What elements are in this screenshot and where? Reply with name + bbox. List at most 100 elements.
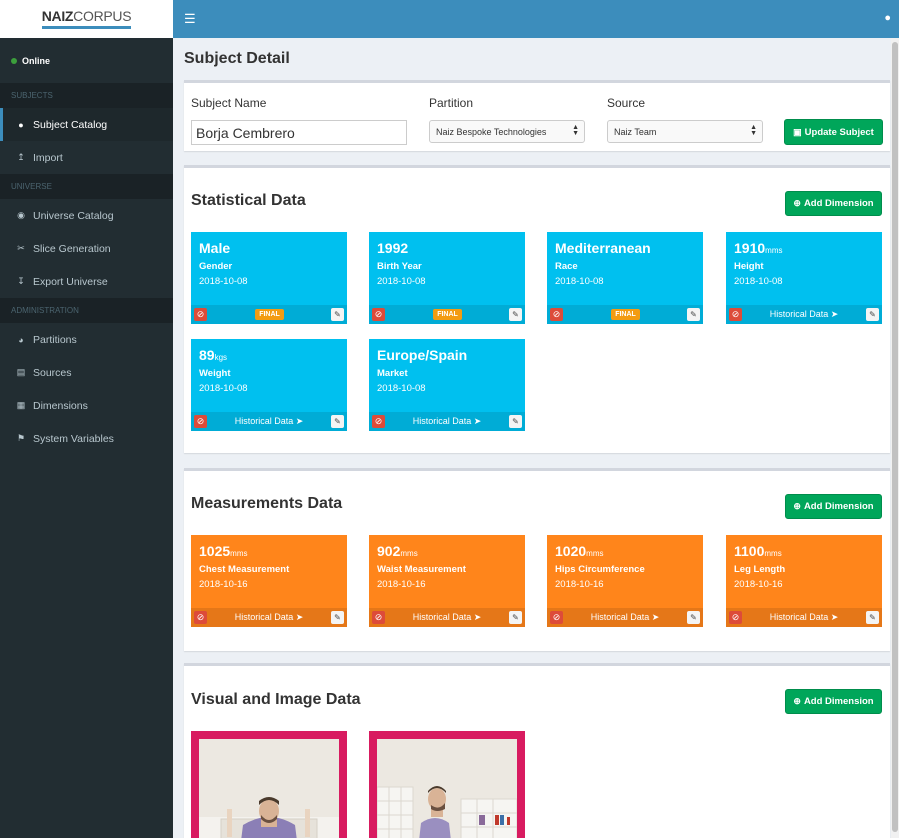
- partition-select[interactable]: Naiz Bespoke Technologies ▲ ▼: [429, 120, 585, 143]
- historical-data-link[interactable]: Historical Data ➤: [389, 611, 505, 624]
- add-dimension-label: Add Dimension: [803, 198, 874, 209]
- historical-data-link[interactable]: Historical Data ➤: [746, 611, 862, 624]
- delete-ban-icon[interactable]: ⊘: [550, 308, 563, 321]
- delete-ban-icon[interactable]: ⊘: [550, 611, 563, 624]
- dimension-card-hips: 1020mms Hips Circumference 2018-10-16 ⊘ …: [547, 535, 703, 627]
- dimension-card-gender: Male Gender 2018-10-08 ⊘ FINAL ✎: [191, 232, 347, 324]
- card-name: Birth Year: [377, 261, 422, 272]
- sidebar-item-sources[interactable]: ▤ Sources: [0, 356, 173, 389]
- edit-pencil-icon[interactable]: ✎: [509, 308, 522, 321]
- photo-side-illustration: [377, 739, 517, 838]
- edit-pencil-icon[interactable]: ✎: [331, 308, 344, 321]
- final-badge: FINAL: [255, 309, 284, 320]
- edit-pencil-icon[interactable]: ✎: [687, 308, 700, 321]
- historical-data-link[interactable]: Historical Data ➤: [211, 415, 327, 428]
- subject-photo-front[interactable]: [199, 739, 339, 838]
- main-content: Subject Detail Subject Name Borja Cembre…: [173, 38, 891, 838]
- delete-ban-icon[interactable]: ⊘: [372, 308, 385, 321]
- sidebar-item-export-universe[interactable]: ↧ Export Universe: [0, 265, 173, 298]
- edit-pencil-icon[interactable]: ✎: [866, 308, 879, 321]
- online-dot-icon: [11, 57, 17, 64]
- delete-ban-icon[interactable]: ⊘: [729, 308, 742, 321]
- measurements-data-title: Measurements Data: [191, 495, 343, 512]
- card-value: 1100mms: [734, 543, 782, 559]
- card-value: 1020mms: [555, 543, 604, 559]
- historical-data-link[interactable]: Historical Data ➤: [389, 415, 505, 428]
- historical-data-link[interactable]: Historical Data ➤: [211, 611, 327, 624]
- dimension-card-leg-length: 1100mms Leg Length 2018-10-16 ⊘ Historic…: [726, 535, 882, 627]
- sidebar-item-label: Export Universe: [33, 275, 108, 288]
- arrow-circle-right-icon: ➤: [830, 612, 839, 622]
- sidebar-item-label: Dimensions: [33, 399, 88, 412]
- card-value: Europe/Spain: [377, 347, 468, 363]
- logo-area[interactable]: NAIZCORPUS: [0, 0, 173, 38]
- subject-photo-side[interactable]: [377, 739, 517, 838]
- sidebar-item-system-variables[interactable]: ⚑ System Variables: [0, 422, 173, 455]
- card-footer: ⊘ Historical Data ➤ ✎: [369, 412, 525, 431]
- final-badge: FINAL: [611, 309, 640, 320]
- vertical-scrollbar[interactable]: [891, 38, 899, 838]
- source-select[interactable]: Naiz Team ▲ ▼: [607, 120, 763, 143]
- dimension-card-birth-year: 1992 Birth Year 2018-10-08 ⊘ FINAL ✎: [369, 232, 525, 324]
- book-icon: ▤: [16, 367, 26, 377]
- edit-pencil-icon[interactable]: ✎: [509, 415, 522, 428]
- sidebar-item-universe-catalog[interactable]: ◉ Universe Catalog: [0, 199, 173, 232]
- card-date: 2018-10-16: [734, 579, 783, 590]
- brand-logo[interactable]: NAIZCORPUS: [41, 9, 132, 29]
- edit-pencil-icon[interactable]: ✎: [331, 611, 344, 624]
- subject-form-box: Subject Name Borja Cembrero Partition Na…: [184, 80, 890, 151]
- sidebar-item-dimensions[interactable]: ▦ Dimensions: [0, 389, 173, 422]
- card-value: Male: [199, 240, 231, 256]
- dimension-card-chest: 1025mms Chest Measurement 2018-10-16 ⊘ H…: [191, 535, 347, 627]
- card-date: 2018-10-16: [377, 579, 426, 590]
- card-value: 1992: [377, 240, 409, 256]
- card-name: Chest Measurement: [199, 564, 290, 575]
- hamburger-menu-icon[interactable]: ☰: [184, 12, 196, 25]
- delete-ban-icon[interactable]: ⊘: [194, 308, 207, 321]
- historical-data-link[interactable]: Historical Data ➤: [746, 308, 862, 321]
- add-dimension-button[interactable]: ⊕ Add Dimension: [785, 494, 882, 519]
- delete-ban-icon[interactable]: ⊘: [194, 415, 207, 428]
- edit-pencil-icon[interactable]: ✎: [331, 415, 344, 428]
- arrow-circle-right-icon: ➤: [830, 309, 839, 319]
- add-dimension-button[interactable]: ⊕ Add Dimension: [785, 191, 882, 216]
- delete-ban-icon[interactable]: ⊘: [372, 415, 385, 428]
- card-footer: ⊘ FINAL ✎: [369, 305, 525, 324]
- sidebar-item-label: Universe Catalog: [33, 209, 114, 222]
- card-date: 2018-10-08: [377, 383, 426, 394]
- image-card-side[interactable]: [369, 731, 525, 838]
- sidebar-item-import[interactable]: ↥ Import: [0, 141, 173, 174]
- source-selected-value: Naiz Team: [614, 126, 657, 137]
- delete-ban-icon[interactable]: ⊘: [372, 611, 385, 624]
- subject-name-input[interactable]: Borja Cembrero: [191, 120, 407, 145]
- upload-icon: ↥: [17, 152, 25, 162]
- edit-pencil-icon[interactable]: ✎: [687, 611, 700, 624]
- edit-pencil-icon[interactable]: ✎: [866, 611, 879, 624]
- historical-data-link[interactable]: Historical Data ➤: [567, 611, 683, 624]
- final-badge: FINAL: [433, 309, 462, 320]
- page-title: Subject Detail: [184, 50, 290, 67]
- user-icon: ●: [18, 119, 24, 130]
- edit-pencil-icon[interactable]: ✎: [509, 611, 522, 624]
- visual-image-data-box: Visual and Image Data ⊕ Add Dimension: [184, 663, 890, 838]
- scrollbar-thumb[interactable]: [892, 42, 898, 832]
- sidebar-item-slice-generation[interactable]: ✂ Slice Generation: [0, 232, 173, 265]
- delete-ban-icon[interactable]: ⊘: [194, 611, 207, 624]
- card-name: Gender: [199, 261, 233, 272]
- sidebar-item-subject-catalog[interactable]: ● Subject Catalog: [0, 108, 173, 141]
- user-menu-icon[interactable]: ●: [884, 12, 891, 24]
- delete-ban-icon[interactable]: ⊘: [729, 611, 742, 624]
- card-name: Leg Length: [734, 564, 786, 575]
- card-date: 2018-10-08: [555, 276, 604, 287]
- sidebar: NAIZCORPUS Online SUBJECTS ● Subject Cat…: [0, 0, 173, 838]
- dimension-card-market: Europe/Spain Market 2018-10-08 ⊘ Histori…: [369, 339, 525, 431]
- card-value: 89kgs: [199, 347, 228, 363]
- card-footer: ⊘ Historical Data ➤ ✎: [726, 608, 882, 627]
- image-card-front[interactable]: [191, 731, 347, 838]
- add-dimension-button[interactable]: ⊕ Add Dimension: [785, 689, 882, 714]
- top-navbar: ☰ ●: [173, 0, 899, 38]
- sidebar-item-partitions[interactable]: ◕ Partitions: [0, 323, 173, 356]
- update-subject-button[interactable]: ▣ Update Subject: [784, 119, 883, 145]
- partition-selected-value: Naiz Bespoke Technologies: [436, 126, 547, 137]
- flag-icon: ⚑: [16, 433, 26, 443]
